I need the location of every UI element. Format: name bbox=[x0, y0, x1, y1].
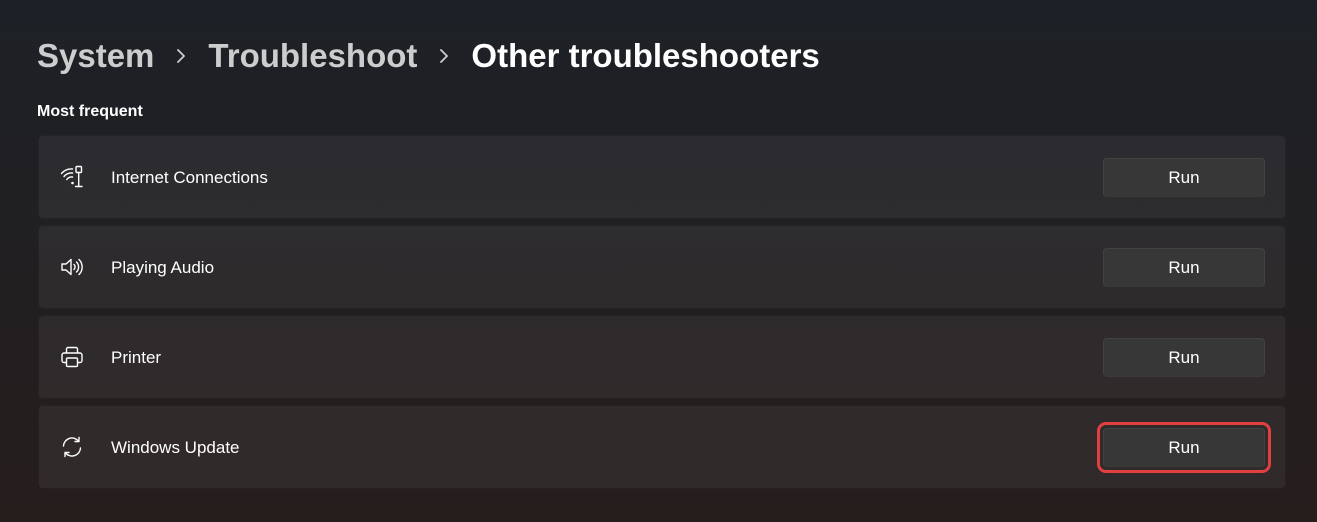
troubleshooter-label: Printer bbox=[111, 348, 162, 367]
breadcrumb: System Troubleshoot Other troubleshooter… bbox=[37, 34, 820, 78]
sync-icon bbox=[60, 435, 84, 459]
breadcrumb-troubleshoot[interactable]: Troubleshoot bbox=[208, 37, 417, 75]
run-windows-update-button[interactable]: Run bbox=[1097, 422, 1271, 473]
page-title: Other troubleshooters bbox=[471, 37, 820, 74]
wifi-icon bbox=[60, 165, 84, 189]
troubleshooter-printer: Printer Run bbox=[38, 315, 1286, 399]
chevron-right-icon bbox=[154, 34, 208, 78]
troubleshooter-label: Windows Update bbox=[111, 438, 240, 457]
run-printer-button[interactable]: Run bbox=[1103, 338, 1265, 377]
run-internet-connections-button[interactable]: Run bbox=[1103, 158, 1265, 197]
section-title: Most frequent bbox=[37, 103, 143, 120]
speaker-icon bbox=[60, 255, 84, 279]
troubleshooter-playing-audio: Playing Audio Run bbox=[38, 225, 1286, 309]
troubleshooter-label: Internet Connections bbox=[111, 168, 268, 187]
troubleshooter-windows-update: Windows Update Run bbox=[38, 405, 1286, 489]
run-playing-audio-button[interactable]: Run bbox=[1103, 248, 1265, 287]
troubleshooter-label: Playing Audio bbox=[111, 258, 215, 277]
troubleshooter-internet-connections: Internet Connections Run bbox=[38, 135, 1286, 219]
troubleshooter-list: Internet Connections Run Playing Audio R… bbox=[38, 135, 1286, 495]
chevron-right-icon bbox=[417, 34, 471, 78]
printer-icon bbox=[60, 345, 84, 369]
breadcrumb-system[interactable]: System bbox=[37, 37, 154, 75]
